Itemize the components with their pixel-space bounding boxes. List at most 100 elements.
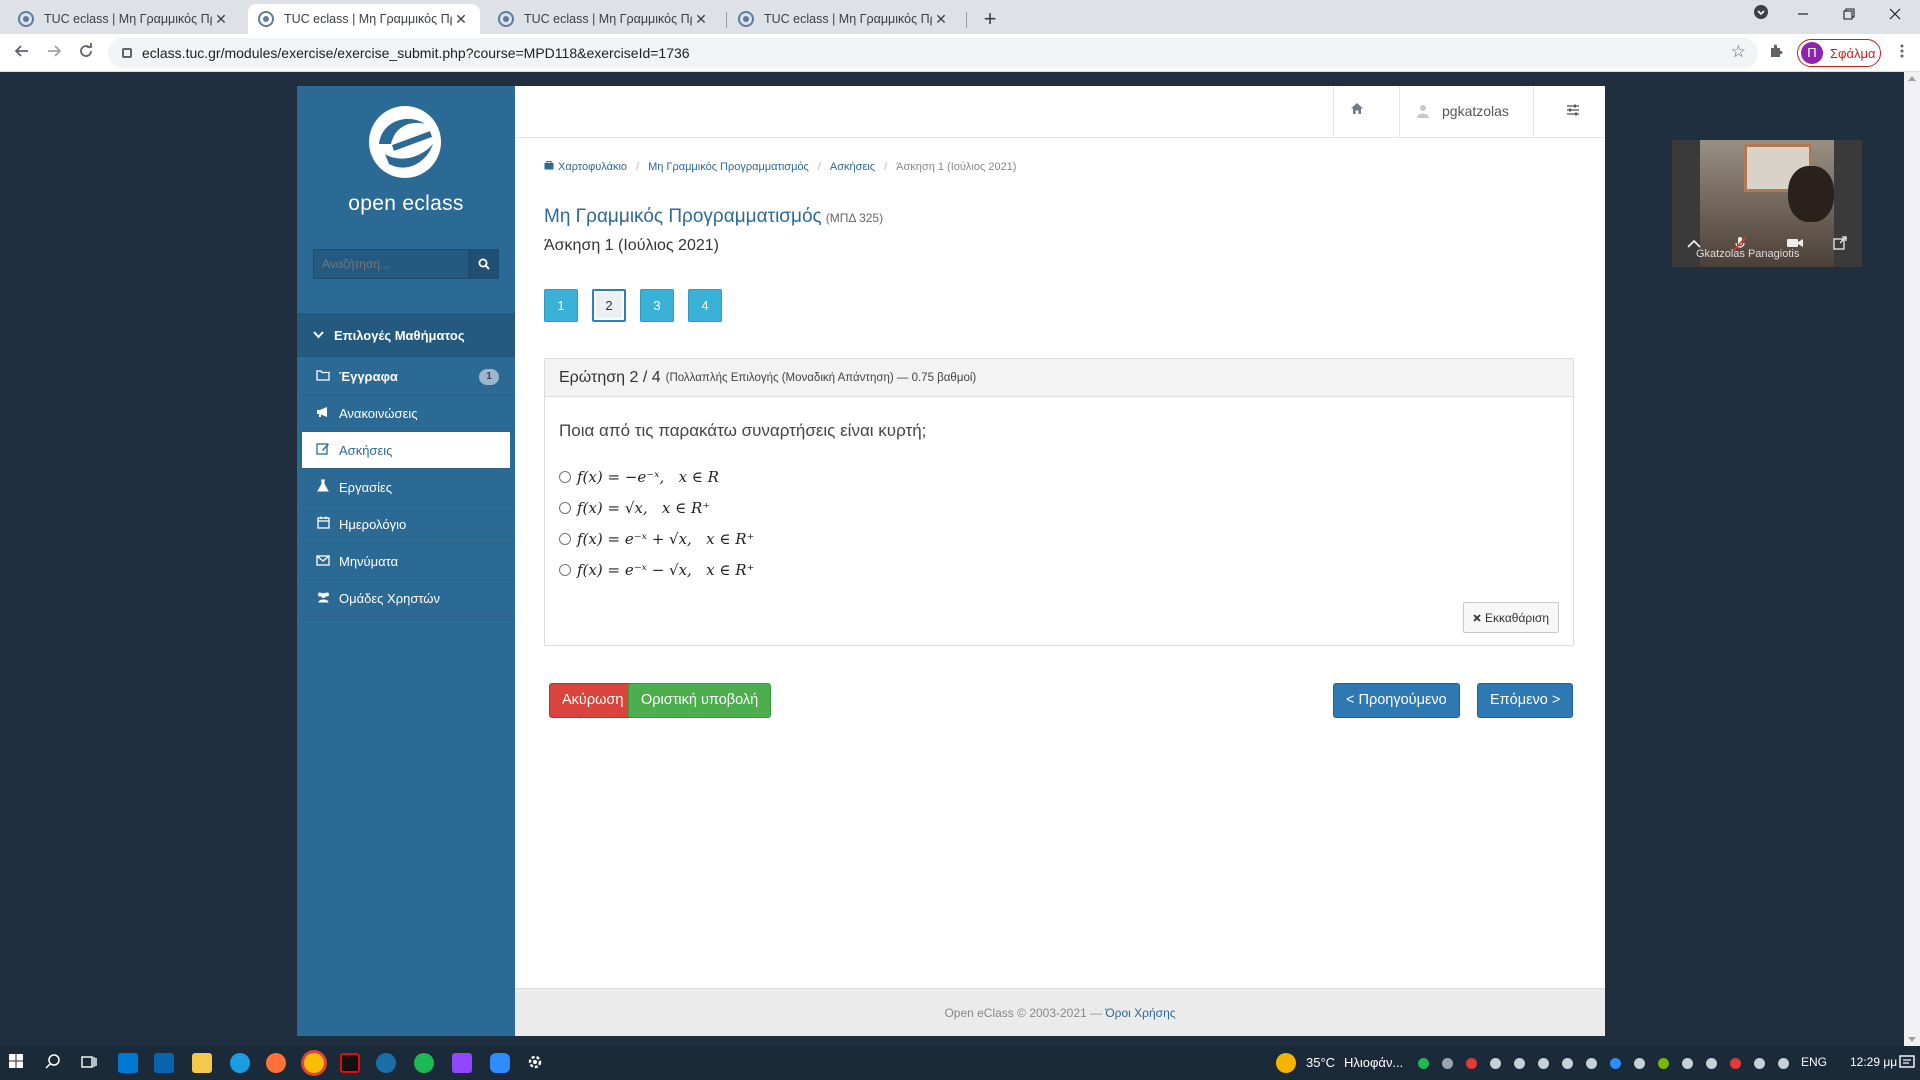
skype-tray-icon[interactable] [1442,1058,1453,1069]
zoom-tray-icon[interactable] [1610,1058,1621,1069]
eclass-logo-icon [369,106,441,178]
sidebar-item-label: Ανακοινώσεις [339,405,418,421]
steam-tray-icon[interactable] [1586,1058,1597,1069]
twitch-icon[interactable] [452,1053,472,1073]
firefox-icon[interactable] [266,1053,286,1073]
answer-radio[interactable] [559,533,571,545]
answer-radio[interactable] [559,564,571,576]
volume-tray-icon[interactable] [1778,1058,1789,1069]
app-tray-icon[interactable] [1514,1058,1525,1069]
answer-radio[interactable] [559,471,571,483]
microphone-tray-icon[interactable] [1634,1058,1645,1069]
nvidia-tray-icon[interactable] [1658,1058,1669,1069]
restore-icon[interactable] [1826,0,1872,30]
scroll-down-icon[interactable] [1908,1037,1916,1042]
browser-tab-active[interactable]: TUC eclass | Μη Γραμμικός Προγ ✕ [248,4,480,34]
answer-radio[interactable] [559,502,571,514]
chrome-icon[interactable] [304,1053,324,1073]
question-nav-button-1[interactable]: 1 [544,289,578,322]
clear-answer-button[interactable]: Εκκαθάριση [1463,602,1559,633]
windows-start-icon[interactable] [8,1053,28,1073]
display-tray-icon[interactable] [1754,1058,1765,1069]
question-nav-button-2[interactable]: 2 [592,289,626,322]
course-options-toggle[interactable]: Επιλογές Μαθήματος [297,313,515,357]
video-call-overlay[interactable]: Gkatzolas Panagiotis [1672,140,1862,267]
forward-icon[interactable] [40,39,68,67]
steam-icon[interactable] [376,1053,396,1073]
clock[interactable]: 12:29 μμ [1850,1055,1897,1069]
terms-link[interactable]: Όροι Χρήσης [1105,1006,1175,1020]
profile-button[interactable]: Π Σφάλμα [1797,39,1881,67]
new-tab-button[interactable]: + [976,5,1004,33]
search-button[interactable] [469,249,499,279]
course-title[interactable]: Μη Γραμμικός Προγραμματισμός [544,206,822,227]
page-scrollbar[interactable] [1904,72,1920,1046]
language-indicator[interactable]: ENG [1801,1055,1827,1069]
breadcrumb-course[interactable]: Μη Γραμμικός Προγραμματισμός [648,161,809,173]
vpn-tray-icon[interactable] [1466,1058,1477,1069]
address-bar[interactable]: eclass.tuc.gr/modules/exercise/exercise_… [108,38,1758,68]
close-window-icon[interactable] [1872,0,1918,30]
sidebar-item-calendar[interactable]: Ημερολόγιο [297,506,515,543]
tab-search-icon[interactable] [1738,0,1784,30]
eclass-logo[interactable]: open eclass [297,86,515,246]
zoom-icon[interactable] [490,1053,510,1073]
scroll-up-icon[interactable] [1908,76,1916,81]
sidebar-item-user-groups[interactable]: Ομάδες Χρηστών [297,580,515,617]
close-tab-icon[interactable]: ✕ [932,11,950,28]
extensions-icon[interactable] [1762,39,1790,67]
store-icon[interactable] [118,1053,138,1073]
network-tray-icon[interactable] [1706,1058,1717,1069]
discord-tray-icon[interactable] [1490,1058,1501,1069]
cancel-button[interactable]: Ακύρωση [549,683,637,718]
spotify-tray-icon[interactable] [1418,1058,1429,1069]
reload-icon[interactable] [72,39,100,67]
file-explorer-icon[interactable] [192,1053,212,1073]
sidebar-item-assignments[interactable]: Εργασίες [297,469,515,506]
next-button[interactable]: Επόμενο > [1477,683,1574,718]
bookmark-star-icon[interactable]: ☆ [1731,42,1746,62]
home-icon[interactable] [1350,102,1364,118]
netflix-icon[interactable] [340,1053,360,1073]
submit-button[interactable]: Οριστική υποβολή [628,683,772,718]
task-view-icon[interactable] [80,1053,100,1073]
question-nav-button-3[interactable]: 3 [640,289,674,322]
close-tab-icon[interactable]: ✕ [452,11,470,28]
browser-tab[interactable]: TUC eclass | Μη Γραμμικός Προγ ✕ [8,4,240,34]
back-icon[interactable] [8,39,36,67]
kebab-menu-icon[interactable] [1888,39,1916,67]
weather-sun-icon[interactable] [1276,1053,1296,1073]
browser-tab[interactable]: TUC eclass | Μη Γραμμικός Προγ ✕ [728,4,960,34]
previous-button[interactable]: < Προηγούμενο [1333,683,1460,718]
sidebar-item-exercises[interactable]: Ασκήσεις [302,432,510,469]
breadcrumb-portfolio[interactable]: Χαρτοφυλάκιο [558,161,627,173]
settings-gear-icon[interactable] [526,1053,546,1073]
twitch-tray-icon[interactable] [1562,1058,1573,1069]
search-input[interactable] [313,249,469,279]
minimize-icon[interactable] [1780,0,1826,30]
search-icon[interactable] [44,1053,64,1073]
app-tray-icon[interactable] [1538,1058,1549,1069]
mail-icon[interactable] [154,1053,174,1073]
question-nav-button-4[interactable]: 4 [688,289,722,322]
sidebar-item-announcements[interactable]: Ανακοινώσεις [297,395,515,432]
answer-option[interactable]: f(x) = √x, x ∈ R⁺ [559,498,710,518]
answer-option[interactable]: f(x) = −e⁻ˣ, x ∈ R [559,467,719,487]
url-text: eclass.tuc.gr/modules/exercise/exercise_… [142,45,690,61]
settings-sliders-icon[interactable] [1566,103,1582,119]
edge-icon[interactable] [230,1053,250,1073]
notifications-icon[interactable] [1898,1053,1918,1073]
answer-option[interactable]: f(x) = e⁻ˣ + √x, x ∈ R⁺ [559,529,754,549]
bluetooth-tray-icon[interactable] [1682,1058,1693,1069]
breadcrumb-exercises[interactable]: Ασκήσεις [830,161,875,173]
battery-tray-icon[interactable] [1730,1058,1741,1069]
user-menu[interactable]: pgkatzolas [1416,103,1509,119]
answer-option[interactable]: f(x) = e⁻ˣ − √x, x ∈ R⁺ [559,560,754,580]
browser-tab[interactable]: TUC eclass | Μη Γραμμικός Προγ ✕ [488,4,720,34]
spotify-icon[interactable] [414,1053,434,1073]
close-tab-icon[interactable]: ✕ [692,11,710,28]
pop-out-icon[interactable] [1832,236,1848,252]
sidebar-item-documents[interactable]: Έγγραφα 1 [297,358,515,395]
sidebar-item-messages[interactable]: Μηνύματα [297,543,515,580]
close-tab-icon[interactable]: ✕ [212,11,230,28]
